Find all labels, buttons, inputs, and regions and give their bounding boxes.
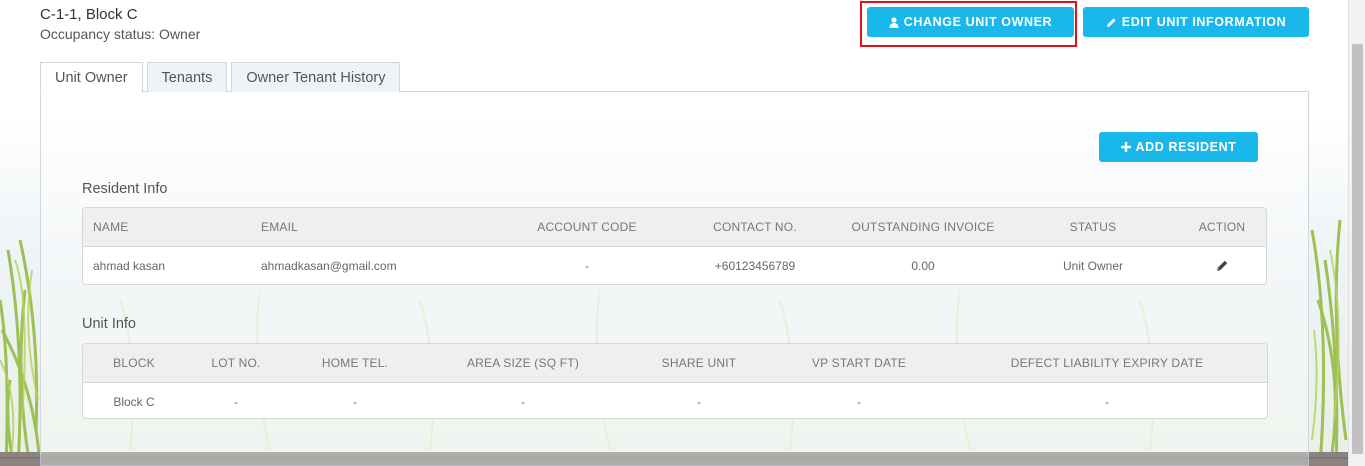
tab-bar: Unit Owner Tenants Owner Tenant History [40, 62, 404, 93]
panel-footer-shade [40, 454, 1309, 466]
plus-icon [1120, 142, 1131, 152]
resident-outstanding-invoice: 0.00 [911, 259, 935, 273]
column-header-name: NAME [93, 220, 129, 234]
unit-header: C-1-1, Block C Occupancy status: Owner [40, 6, 200, 43]
tab-unit-owner[interactable]: Unit Owner [40, 62, 143, 93]
resident-info-title: Resident Info [82, 181, 168, 197]
unit-info-table: BLOCK LOT NO. HOME TEL. AREA SIZE (SQ FT… [82, 343, 1268, 419]
resident-account-code: - [585, 259, 589, 273]
column-header-account-code: ACCOUNT CODE [537, 220, 637, 234]
column-header-block: BLOCK [113, 356, 155, 370]
column-header-vp-start-date: VP START DATE [811, 356, 907, 370]
tab-owner-tenant-history[interactable]: Owner Tenant History [231, 62, 401, 92]
unit-title: C-1-1, Block C [40, 6, 138, 23]
resident-info-table: NAME EMAIL ACCOUNT CODE CONTACT NO. OUTS… [82, 207, 1267, 285]
unit-vp-start-date: - [857, 395, 861, 409]
pencil-icon [1106, 17, 1116, 27]
unit-info-title: Unit Info [82, 316, 136, 332]
unit-home-tel: - [353, 395, 357, 409]
unit-lot-no: - [234, 395, 238, 409]
unit-defect-liability-expiry-date: - [1105, 395, 1109, 409]
table-row: ahmad kasan ahmadkasan@gmail.com - +6012… [83, 247, 1266, 284]
column-header-share-unit: SHARE UNIT [661, 356, 737, 370]
tab-tenants[interactable]: Tenants [146, 62, 228, 92]
table-header: BLOCK LOT NO. HOME TEL. AREA SIZE (SQ FT… [83, 344, 1267, 383]
column-header-contact-no: CONTACT NO. [713, 220, 797, 234]
change-unit-owner-label: CHANGE UNIT OWNER [903, 15, 1053, 29]
scrollbar-thumb[interactable] [1352, 44, 1363, 454]
unit-block: Block C [113, 395, 155, 409]
column-header-email: EMAIL [261, 220, 299, 234]
table-header: NAME EMAIL ACCOUNT CODE CONTACT NO. OUTS… [83, 208, 1266, 247]
column-header-home-tel: HOME TEL. [321, 356, 389, 370]
add-resident-button[interactable]: ADD RESIDENT [1099, 132, 1258, 162]
column-header-outstanding-invoice: OUTSTANDING INVOICE [851, 220, 995, 234]
edit-unit-information-button[interactable]: EDIT UNIT INFORMATION [1083, 7, 1309, 37]
unit-share-unit: - [697, 395, 701, 409]
column-header-action: ACTION [1198, 220, 1246, 234]
unit-area-size: - [521, 395, 525, 409]
column-header-defect-liability-expiry-date: DEFECT LIABILITY EXPIRY DATE [1010, 356, 1204, 370]
vertical-scrollbar[interactable] [1348, 0, 1365, 466]
occupancy-status: Occupancy status: Owner [40, 26, 201, 42]
resident-status: Unit Owner [1062, 259, 1124, 273]
resident-contact-no: +60123456789 [714, 259, 796, 273]
column-header-lot-no: LOT NO. [211, 356, 261, 370]
edit-resident-button[interactable] [1183, 247, 1261, 284]
resident-name: ahmad kasan [93, 259, 166, 273]
resident-email: ahmadkasan@gmail.com [261, 259, 397, 273]
change-unit-owner-button[interactable]: CHANGE UNIT OWNER [867, 7, 1074, 37]
column-header-status: STATUS [1069, 220, 1117, 234]
table-row: Block C - - - - - - [83, 383, 1267, 418]
edit-unit-information-label: EDIT UNIT INFORMATION [1121, 15, 1287, 29]
pencil-icon [1217, 260, 1228, 271]
user-icon [889, 16, 899, 28]
column-header-area-size: AREA SIZE (SQ FT) [466, 356, 580, 370]
add-resident-label: ADD RESIDENT [1135, 140, 1237, 154]
